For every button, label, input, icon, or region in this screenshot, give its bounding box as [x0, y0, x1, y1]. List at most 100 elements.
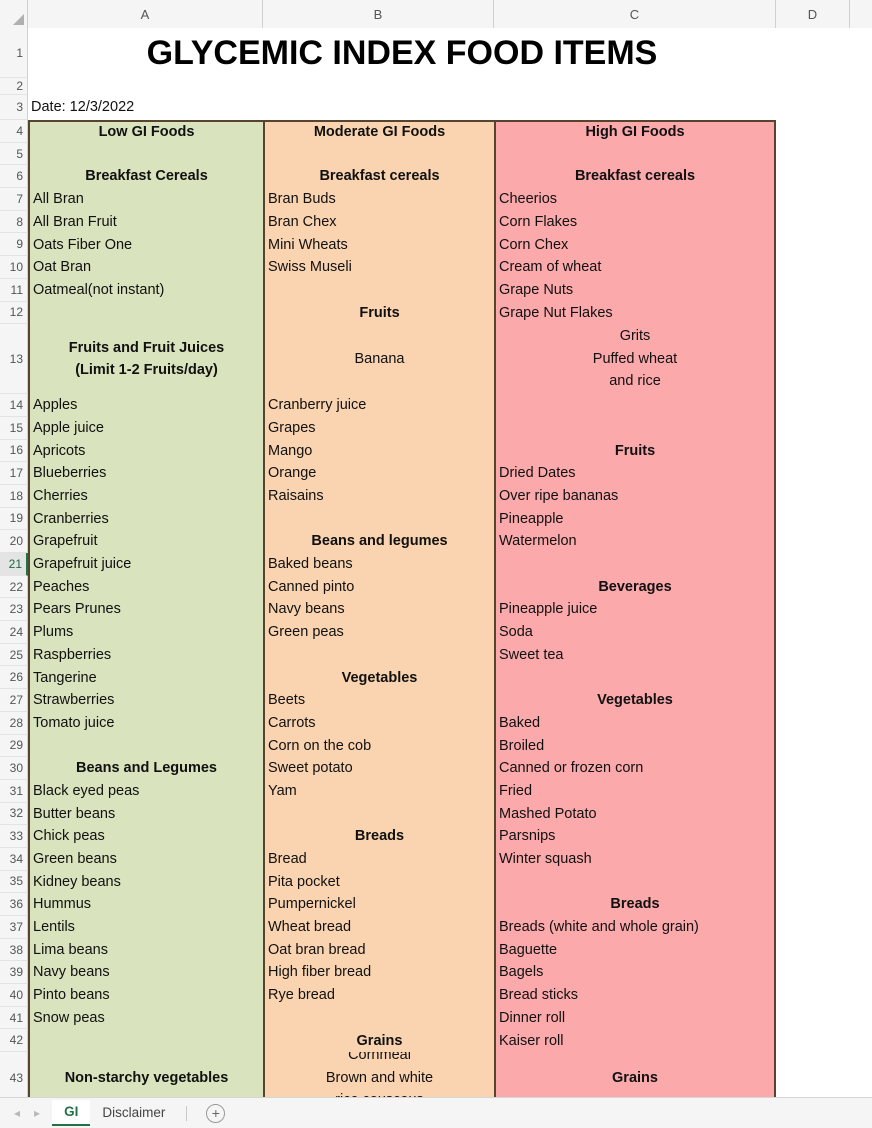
cell-E7[interactable] [850, 188, 872, 211]
cell-D18[interactable] [776, 484, 850, 508]
cell-E21[interactable] [850, 553, 872, 576]
worksheet-grid[interactable]: 1 GLYCEMIC INDEX FOOD ITEMS 2 3 Date: 12/3/2… [0, 28, 872, 1097]
cell-C19[interactable]: Pineapple [494, 507, 776, 531]
cell-C17[interactable]: Dried Dates [494, 462, 776, 485]
grid-row[interactable]: 24 Plums Green peas Soda [0, 621, 872, 644]
grid-row[interactable]: 26 Tangerine Vegetables [0, 666, 872, 690]
row-header-11[interactable]: 11 [0, 278, 28, 302]
cell-E27[interactable] [850, 689, 872, 712]
cell-B2[interactable] [263, 78, 494, 95]
cell-A2[interactable] [28, 78, 263, 95]
cell-D5[interactable] [776, 142, 850, 166]
cell-B38[interactable]: Oat bran bread [263, 938, 494, 962]
sheet-nav-arrows[interactable]: ◂ ▸ [6, 1107, 52, 1119]
cell-A30[interactable]: Beans and Legumes [28, 757, 263, 780]
cell-E35[interactable] [850, 870, 872, 894]
cell-E30[interactable] [850, 757, 872, 780]
cell-C18[interactable]: Over ripe bananas [494, 484, 776, 508]
row-header-8[interactable]: 8 [0, 210, 28, 234]
grid-row[interactable]: 15 Apple juice Grapes [0, 416, 872, 440]
cell-E26[interactable] [850, 666, 872, 690]
row-header-42[interactable]: 42 [0, 1029, 28, 1053]
cell-B30[interactable]: Sweet potato [263, 757, 494, 780]
cell-B42[interactable]: Grains [263, 1029, 494, 1053]
row-header-43[interactable]: 43 [0, 1052, 28, 1097]
grid-row[interactable]: 38 Lima beans Oat bran bread Baguette [0, 938, 872, 962]
cell-E5[interactable] [850, 142, 872, 166]
cell-B27[interactable]: Beets [263, 689, 494, 712]
cell-E4[interactable] [850, 120, 872, 143]
grid-row[interactable]: 9 Oats Fiber One Mini Wheats Corn Chex [0, 233, 872, 257]
cell-B28[interactable]: Carrots [263, 711, 494, 735]
row-header-21[interactable]: 21 [0, 553, 28, 576]
column-header-d[interactable]: D [776, 0, 850, 28]
cell-C32[interactable]: Mashed Potato [494, 802, 776, 826]
cell-E37[interactable] [850, 916, 872, 939]
cell-A18[interactable]: Cherries [28, 484, 263, 508]
cell-C34[interactable]: Winter squash [494, 847, 776, 871]
cell-B21[interactable]: Baked beans [263, 553, 494, 576]
cell-B20[interactable]: Beans and legumes [263, 530, 494, 553]
cell-E43[interactable] [850, 1052, 872, 1097]
cell-A24[interactable]: Plums [28, 621, 263, 644]
cell-A40[interactable]: Pinto beans [28, 984, 263, 1007]
cell-E23[interactable] [850, 598, 872, 622]
row-header-18[interactable]: 18 [0, 484, 28, 508]
cell-C21[interactable] [494, 553, 776, 576]
cell-B36[interactable]: Pumpernickel [263, 893, 494, 916]
cell-C40[interactable]: Bread sticks [494, 984, 776, 1007]
cell-E14[interactable] [850, 394, 872, 417]
row-header-30[interactable]: 30 [0, 757, 28, 780]
cell-D38[interactable] [776, 938, 850, 962]
cell-E25[interactable] [850, 643, 872, 667]
cell-E19[interactable] [850, 507, 872, 531]
cell-B4[interactable]: Moderate GI Foods [263, 120, 494, 143]
row-header-7[interactable]: 7 [0, 188, 28, 211]
row-header-1[interactable]: 1 [0, 28, 28, 78]
cell-D37[interactable] [776, 916, 850, 939]
cell-B17[interactable]: Orange [263, 462, 494, 485]
cell-C30[interactable]: Canned or frozen corn [494, 757, 776, 780]
cell-C38[interactable]: Baguette [494, 938, 776, 962]
cell-C26[interactable] [494, 666, 776, 690]
cell-A16[interactable]: Apricots [28, 439, 263, 463]
next-sheet-arrow-icon[interactable]: ▸ [34, 1107, 40, 1119]
cell-E3[interactable] [850, 95, 872, 120]
cell-D15[interactable] [776, 416, 850, 440]
cell-C23[interactable]: Pineapple juice [494, 598, 776, 622]
cell-D30[interactable] [776, 757, 850, 780]
cell-D33[interactable] [776, 825, 850, 848]
cell-B34[interactable]: Bread [263, 847, 494, 871]
grid-row[interactable]: 41 Snow peas Dinner roll [0, 1006, 872, 1030]
row-header-38[interactable]: 38 [0, 938, 28, 962]
cell-C35[interactable] [494, 870, 776, 894]
grid-row[interactable]: 5 [0, 142, 872, 166]
cell-E31[interactable] [850, 779, 872, 803]
cell-E41[interactable] [850, 1006, 872, 1030]
cell-C42[interactable]: Kaiser roll [494, 1029, 776, 1053]
cell-D27[interactable] [776, 689, 850, 712]
row-header-26[interactable]: 26 [0, 666, 28, 690]
cell-E20[interactable] [850, 530, 872, 553]
cell-D28[interactable] [776, 711, 850, 735]
column-header-e[interactable] [850, 0, 872, 28]
cell-E22[interactable] [850, 575, 872, 599]
cell-C33[interactable]: Parsnips [494, 825, 776, 848]
row-header-15[interactable]: 15 [0, 416, 28, 440]
cell-B14[interactable]: Cranberry juice [263, 394, 494, 417]
cell-A12[interactable] [28, 301, 263, 325]
cell-D40[interactable] [776, 984, 850, 1007]
cell-B5[interactable] [263, 142, 494, 166]
cell-D43[interactable] [776, 1052, 850, 1097]
cell-A9[interactable]: Oats Fiber One [28, 233, 263, 257]
grid-row[interactable]: 27 Strawberries Beets Vegetables [0, 689, 872, 712]
row-header-16[interactable]: 16 [0, 439, 28, 463]
cell-C37[interactable]: Breads (white and whole grain) [494, 916, 776, 939]
cell-B31[interactable]: Yam [263, 779, 494, 803]
row-header-41[interactable]: 41 [0, 1006, 28, 1030]
cell-A35[interactable]: Kidney beans [28, 870, 263, 894]
row-header-19[interactable]: 19 [0, 507, 28, 531]
cell-B11[interactable] [263, 278, 494, 302]
cell-A38[interactable]: Lima beans [28, 938, 263, 962]
cell-A3[interactable]: Date: 12/3/2022 [28, 95, 263, 120]
